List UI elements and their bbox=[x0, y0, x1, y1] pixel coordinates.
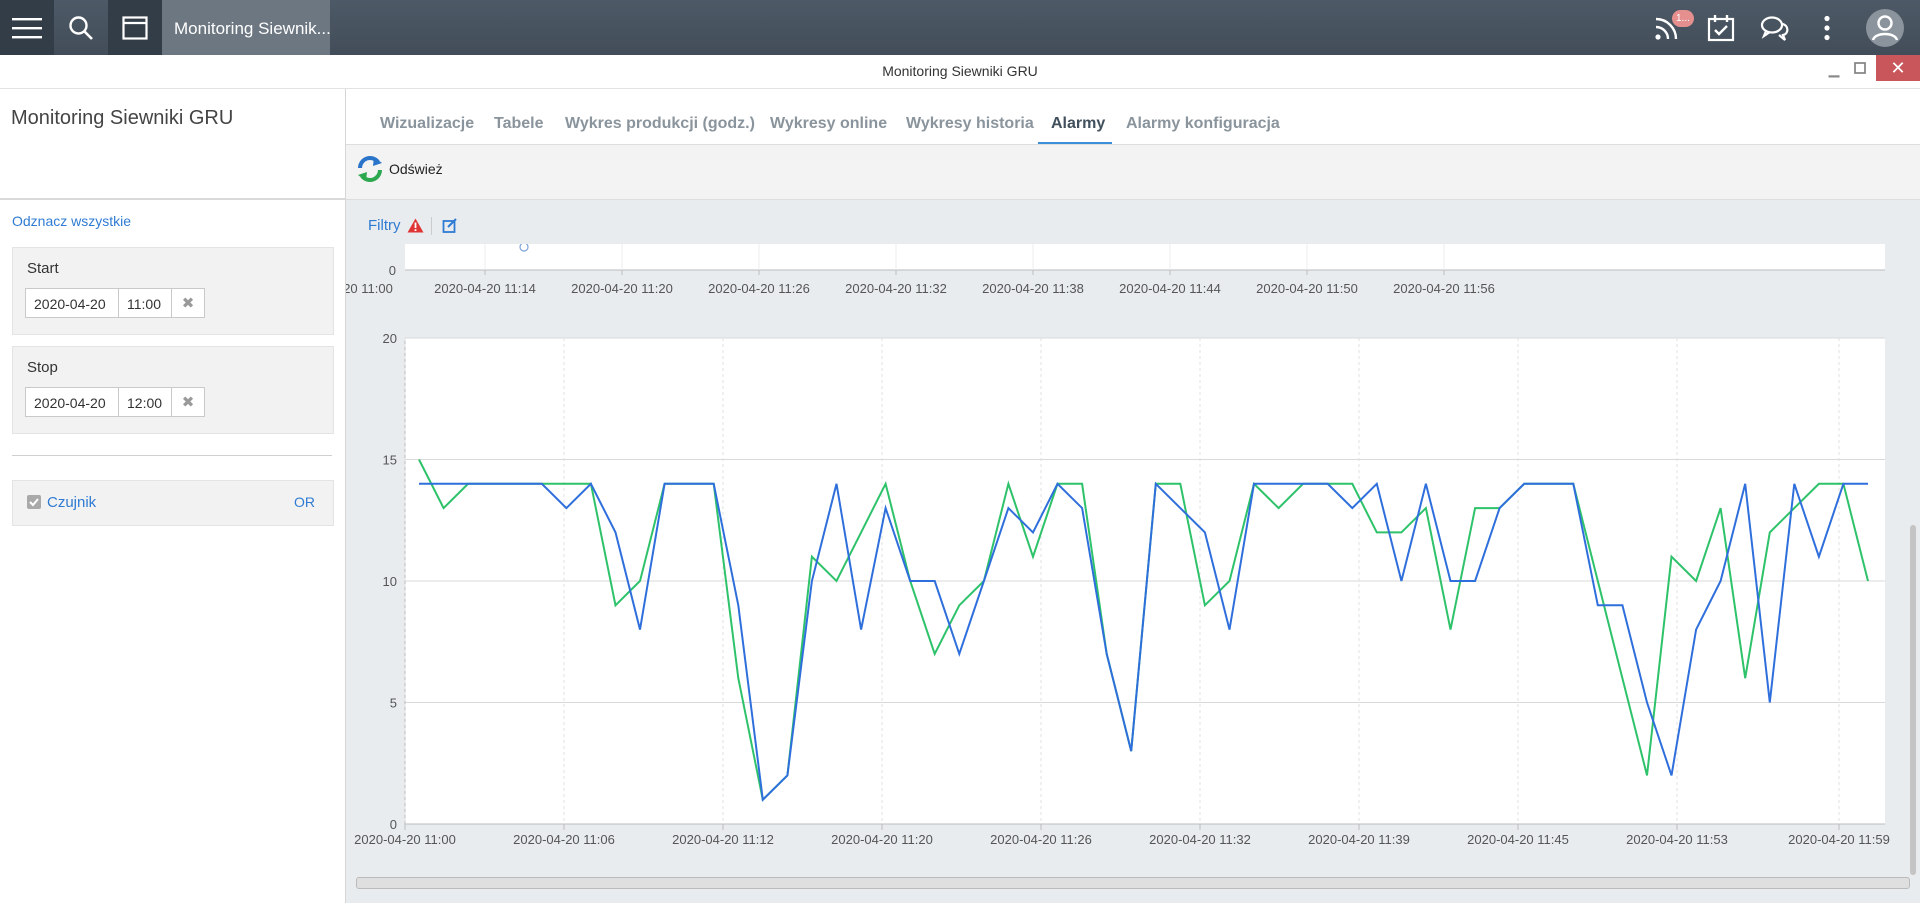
y-tick-label: 0 bbox=[389, 263, 396, 278]
window-title: Monitoring Siewniki GRU bbox=[882, 63, 1038, 79]
x-tick-label: 2020-04-20 11:56 bbox=[1393, 281, 1495, 296]
menu-icon[interactable] bbox=[0, 0, 54, 55]
x-tick-label: 2020-04-20 11:44 bbox=[1119, 281, 1221, 296]
maximize-icon[interactable] bbox=[1846, 55, 1874, 83]
x-tick-label: 2020-04-20 11:06 bbox=[513, 832, 615, 847]
rss-feed-icon[interactable]: 1... bbox=[1640, 0, 1694, 55]
chart-main: 0 5 10 15 20 2020-04-20 11:00 2020-04-20 11:06… bbox=[354, 331, 1890, 847]
start-field-group: Start 2020-04-20 11:00 ✖ bbox=[12, 247, 334, 335]
sidebar-title: Monitoring Siewniki GRU bbox=[11, 107, 234, 129]
x-tick-label: 2020-04-20 11:39 bbox=[1308, 832, 1410, 847]
x-tick-label: 2020-04-20 11:20 bbox=[831, 832, 933, 847]
tab-wizualizacje[interactable]: Wizualizacje bbox=[380, 115, 474, 133]
y-tick-label: 0 bbox=[390, 817, 397, 832]
chat-icon[interactable] bbox=[1748, 0, 1802, 55]
filters-link[interactable]: Filtry bbox=[368, 217, 401, 234]
stop-field-group: Stop 2020-04-20 12:00 ✖ bbox=[12, 346, 334, 434]
x-tick-label: 2020-04-20 11:53 bbox=[1626, 832, 1728, 847]
x-tick-label: 2020-04-20 11:45 bbox=[1467, 832, 1569, 847]
tab-wykresy-online[interactable]: Wykresy online bbox=[770, 115, 887, 133]
x-tick-label: 2020-04-20 11:32 bbox=[1149, 832, 1251, 847]
search-icon[interactable] bbox=[54, 0, 108, 55]
sensor-checkbox[interactable] bbox=[27, 495, 41, 509]
sensor-label[interactable]: Czujnik bbox=[47, 494, 96, 511]
window-title-bar: Monitoring Siewniki GRU ▁ ✕ bbox=[0, 55, 1920, 89]
y-tick-label: 15 bbox=[383, 453, 397, 468]
stop-label: Stop bbox=[27, 359, 58, 376]
toolbar: Odśwież bbox=[346, 145, 1920, 200]
tab-tabele[interactable]: Tabele bbox=[494, 115, 544, 133]
start-label: Start bbox=[27, 260, 59, 277]
tab-alarmy[interactable]: Alarmy bbox=[1051, 115, 1105, 133]
chart-top: 0 2020-04-20 11:00 2020-04-20 11:14 2020-04… bbox=[346, 244, 1885, 296]
x-tick-label: 2020-04-20 11:14 bbox=[434, 281, 536, 296]
tab-alarmy-konfiguracja[interactable]: Alarmy konfiguracja bbox=[1126, 115, 1280, 133]
x-tick-label: 2020-04-20 11:26 bbox=[990, 832, 1092, 847]
warning-icon bbox=[407, 218, 424, 233]
divider bbox=[431, 217, 432, 235]
divider bbox=[12, 455, 332, 456]
y-tick-label: 5 bbox=[390, 696, 397, 711]
x-tick-label: 2020-04-20 11:59 bbox=[1788, 832, 1890, 847]
tab-wykresy-historia[interactable]: Wykresy historia bbox=[906, 115, 1034, 133]
x-tick-label: 2020-04-20 11:00 bbox=[354, 832, 456, 847]
x-tick-label: 2020-04-20 11:32 bbox=[845, 281, 947, 296]
stop-date-input[interactable]: 2020-04-20 bbox=[25, 387, 119, 417]
notification-badge: 1... bbox=[1672, 10, 1694, 27]
x-tick-label: 2020-04-20 11:50 bbox=[1256, 281, 1358, 296]
edit-filter-icon[interactable] bbox=[442, 218, 458, 234]
x-tick-label: 2020-04-20 11:26 bbox=[708, 281, 810, 296]
start-time-input[interactable]: 11:00 bbox=[118, 288, 172, 318]
y-tick-label: 10 bbox=[383, 574, 397, 589]
close-icon[interactable]: ✕ bbox=[1876, 55, 1920, 81]
stop-clear-icon[interactable]: ✖ bbox=[171, 387, 205, 417]
stop-time-input[interactable]: 12:00 bbox=[118, 387, 172, 417]
x-tick-label: 2020-04-20 11:12 bbox=[672, 832, 774, 847]
more-vertical-icon[interactable] bbox=[1800, 0, 1854, 55]
sensor-operator[interactable]: OR bbox=[294, 494, 315, 510]
minimize-icon[interactable]: ▁ bbox=[1820, 55, 1848, 83]
window-icon[interactable] bbox=[108, 0, 162, 55]
x-tick-label: 2020-04-20 11:00 bbox=[346, 281, 393, 296]
start-clear-icon[interactable]: ✖ bbox=[171, 288, 205, 318]
plot-area bbox=[405, 244, 1885, 270]
active-tab-indicator bbox=[1038, 142, 1112, 144]
vertical-scrollbar[interactable] bbox=[1910, 525, 1916, 875]
user-avatar-icon[interactable] bbox=[1858, 0, 1912, 55]
refresh-icon bbox=[358, 156, 382, 182]
y-tick-label: 20 bbox=[383, 331, 397, 346]
deselect-all-link[interactable]: Odznacz wszystkie bbox=[12, 213, 131, 229]
x-tick-label: 2020-04-20 11:38 bbox=[982, 281, 1084, 296]
calendar-check-icon[interactable] bbox=[1694, 0, 1748, 55]
tab-bar: Wizualizacje Tabele Wykres produkcji (go… bbox=[346, 89, 1920, 145]
x-tick-label: 2020-04-20 11:20 bbox=[571, 281, 673, 296]
app-tab[interactable]: Monitoring Siewnik... bbox=[162, 0, 330, 55]
divider bbox=[0, 198, 345, 200]
refresh-label: Odśwież bbox=[389, 161, 443, 177]
sensor-row: Czujnik OR bbox=[12, 480, 334, 526]
sidebar: Monitoring Siewniki GRU Odznacz wszystki… bbox=[0, 89, 346, 903]
tab-wykres-produkcji[interactable]: Wykres produkcji (godz.) bbox=[565, 115, 755, 133]
horizontal-scrollbar[interactable] bbox=[356, 877, 1910, 889]
start-date-input[interactable]: 2020-04-20 bbox=[25, 288, 119, 318]
refresh-button[interactable]: Odśwież bbox=[356, 155, 443, 183]
top-bar: Monitoring Siewnik... 1... bbox=[0, 0, 1920, 55]
